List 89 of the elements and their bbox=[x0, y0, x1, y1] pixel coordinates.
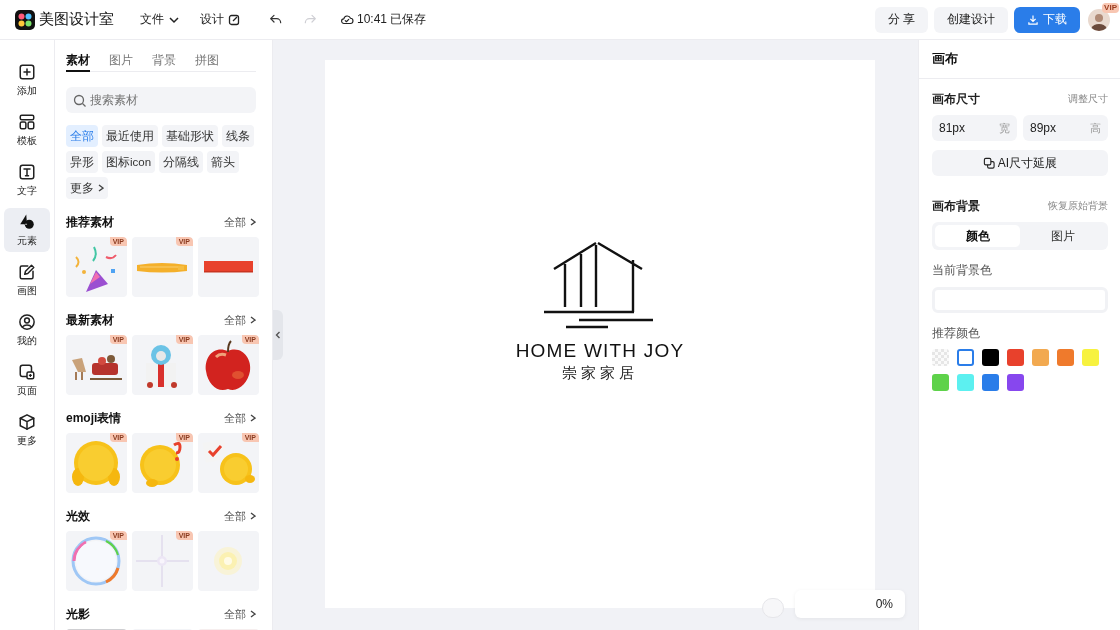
color-swatch[interactable] bbox=[1082, 349, 1099, 366]
color-swatch[interactable] bbox=[1032, 349, 1049, 366]
menu-dropdown[interactable]: 文件 bbox=[134, 7, 186, 32]
sidebar-item[interactable]: 添加 bbox=[4, 58, 50, 102]
sidebar-item[interactable]: 更多 bbox=[4, 408, 50, 452]
chevron-icon bbox=[248, 414, 256, 422]
color-swatch[interactable] bbox=[957, 349, 974, 366]
logo-title: HOME WITH JOY bbox=[515, 340, 685, 362]
sidebar-item[interactable]: 画图 bbox=[4, 258, 50, 302]
download-icon bbox=[1027, 13, 1039, 26]
chevron-icon bbox=[248, 610, 256, 618]
chevron-icon bbox=[96, 184, 104, 192]
filter-chip[interactable]: 线条 bbox=[222, 125, 254, 147]
ai-expand-button[interactable]: AI尺寸延展 bbox=[932, 150, 1108, 176]
more-chip[interactable]: 更多 bbox=[66, 177, 108, 199]
app-logo-icon bbox=[15, 9, 35, 30]
search-icon bbox=[73, 94, 86, 107]
chevron-icon bbox=[248, 316, 256, 324]
vip-badge: VIP bbox=[1102, 2, 1119, 13]
see-all-link[interactable]: 全部 bbox=[224, 214, 256, 230]
see-all-link[interactable]: 全部 bbox=[224, 606, 256, 622]
see-all-link[interactable]: 全部 bbox=[224, 312, 256, 328]
section-title: 光影 bbox=[66, 605, 90, 623]
layout-icon bbox=[18, 112, 36, 131]
chevron-icon bbox=[274, 331, 282, 339]
color-swatch[interactable] bbox=[982, 374, 999, 391]
panel-tab[interactable]: 素材 bbox=[66, 50, 90, 72]
sidebar-item[interactable]: 模板 bbox=[4, 108, 50, 152]
cloud-icon bbox=[340, 12, 354, 27]
save-status: 10:41 已保存 bbox=[357, 11, 427, 28]
filter-chip[interactable]: 全部 bbox=[66, 125, 98, 147]
see-all-link[interactable]: 全部 bbox=[224, 508, 256, 524]
panel-title: 画布 bbox=[919, 40, 1120, 79]
section-title: 画布背景 bbox=[932, 197, 980, 215]
download-button[interactable]: 下载 bbox=[1014, 6, 1080, 33]
zoom-control[interactable]: 0% bbox=[795, 590, 905, 618]
color-swatch[interactable] bbox=[932, 374, 949, 391]
panel-tab[interactable]: 拼图 bbox=[195, 50, 219, 72]
unit-label: 高 bbox=[1090, 121, 1101, 136]
filter-chip[interactable]: 图标icon bbox=[102, 151, 156, 173]
color-swatch[interactable] bbox=[982, 349, 999, 366]
sidebar-item[interactable]: 页面 bbox=[4, 358, 50, 402]
field-label: 当前背景色 bbox=[932, 262, 993, 279]
filter-chip[interactable]: 异形 bbox=[66, 151, 98, 173]
transparent-swatch[interactable] bbox=[932, 349, 949, 366]
resize-link[interactable]: 调整尺寸 bbox=[1068, 92, 1108, 106]
color-swatch[interactable] bbox=[1007, 374, 1024, 391]
collapse-handle[interactable] bbox=[273, 310, 283, 360]
section-title: 推荐素材 bbox=[66, 213, 114, 231]
reset-background-link[interactable]: 恢复原始背景 bbox=[1048, 199, 1108, 213]
section-title: 光效 bbox=[66, 507, 90, 525]
panel-tab[interactable]: 图片 bbox=[109, 50, 133, 72]
filter-chip[interactable]: 分隔线 bbox=[159, 151, 204, 173]
chevron-icon bbox=[248, 512, 256, 520]
sidebar-item[interactable]: 文字 bbox=[4, 158, 50, 202]
segment-option[interactable]: 图片 bbox=[1020, 225, 1105, 247]
sidebar-item[interactable]: 我的 bbox=[4, 308, 50, 352]
app-name: 美图设计室 bbox=[39, 10, 114, 29]
text-icon bbox=[18, 162, 36, 181]
resize-icon bbox=[982, 157, 995, 169]
search-field[interactable]: 搜索素材 bbox=[66, 87, 256, 113]
field-label: 推荐颜色 bbox=[932, 325, 981, 342]
edit-icon bbox=[228, 13, 240, 26]
action-button[interactable]: 创建设计 bbox=[934, 6, 1008, 33]
panel-tab[interactable]: 背景 bbox=[152, 50, 176, 72]
filter-chip[interactable]: 最近使用 bbox=[102, 125, 158, 147]
menu-item[interactable]: 设计 bbox=[194, 7, 246, 32]
color-swatch[interactable] bbox=[1057, 349, 1074, 366]
section-title: 画布尺寸 bbox=[932, 90, 980, 108]
zoom-button[interactable] bbox=[762, 598, 784, 618]
avatar-icon[interactable] bbox=[1088, 8, 1110, 31]
see-all-link[interactable]: 全部 bbox=[224, 410, 256, 426]
sidebar-item[interactable]: 元素 bbox=[4, 208, 50, 252]
section-title: emoji表情 bbox=[66, 409, 122, 427]
color-swatch[interactable] bbox=[957, 374, 974, 391]
action-button[interactable]: 分 享 bbox=[874, 6, 928, 33]
color-swatch[interactable] bbox=[1007, 349, 1024, 366]
filter-chip[interactable]: 箭头 bbox=[207, 151, 240, 173]
chevron-icon bbox=[248, 218, 256, 226]
filter-chip[interactable]: 基础形状 bbox=[162, 125, 218, 147]
page-icon bbox=[18, 362, 36, 381]
section-title: 最新素材 bbox=[66, 311, 114, 329]
unit-label: 宽 bbox=[999, 121, 1010, 136]
logo-subtitle: 崇家家居 bbox=[562, 364, 638, 383]
cube-icon bbox=[18, 412, 36, 431]
add-icon bbox=[18, 62, 36, 81]
user-icon bbox=[18, 312, 36, 331]
segment-option[interactable]: 颜色 bbox=[935, 225, 1020, 247]
draw-icon bbox=[18, 262, 36, 281]
